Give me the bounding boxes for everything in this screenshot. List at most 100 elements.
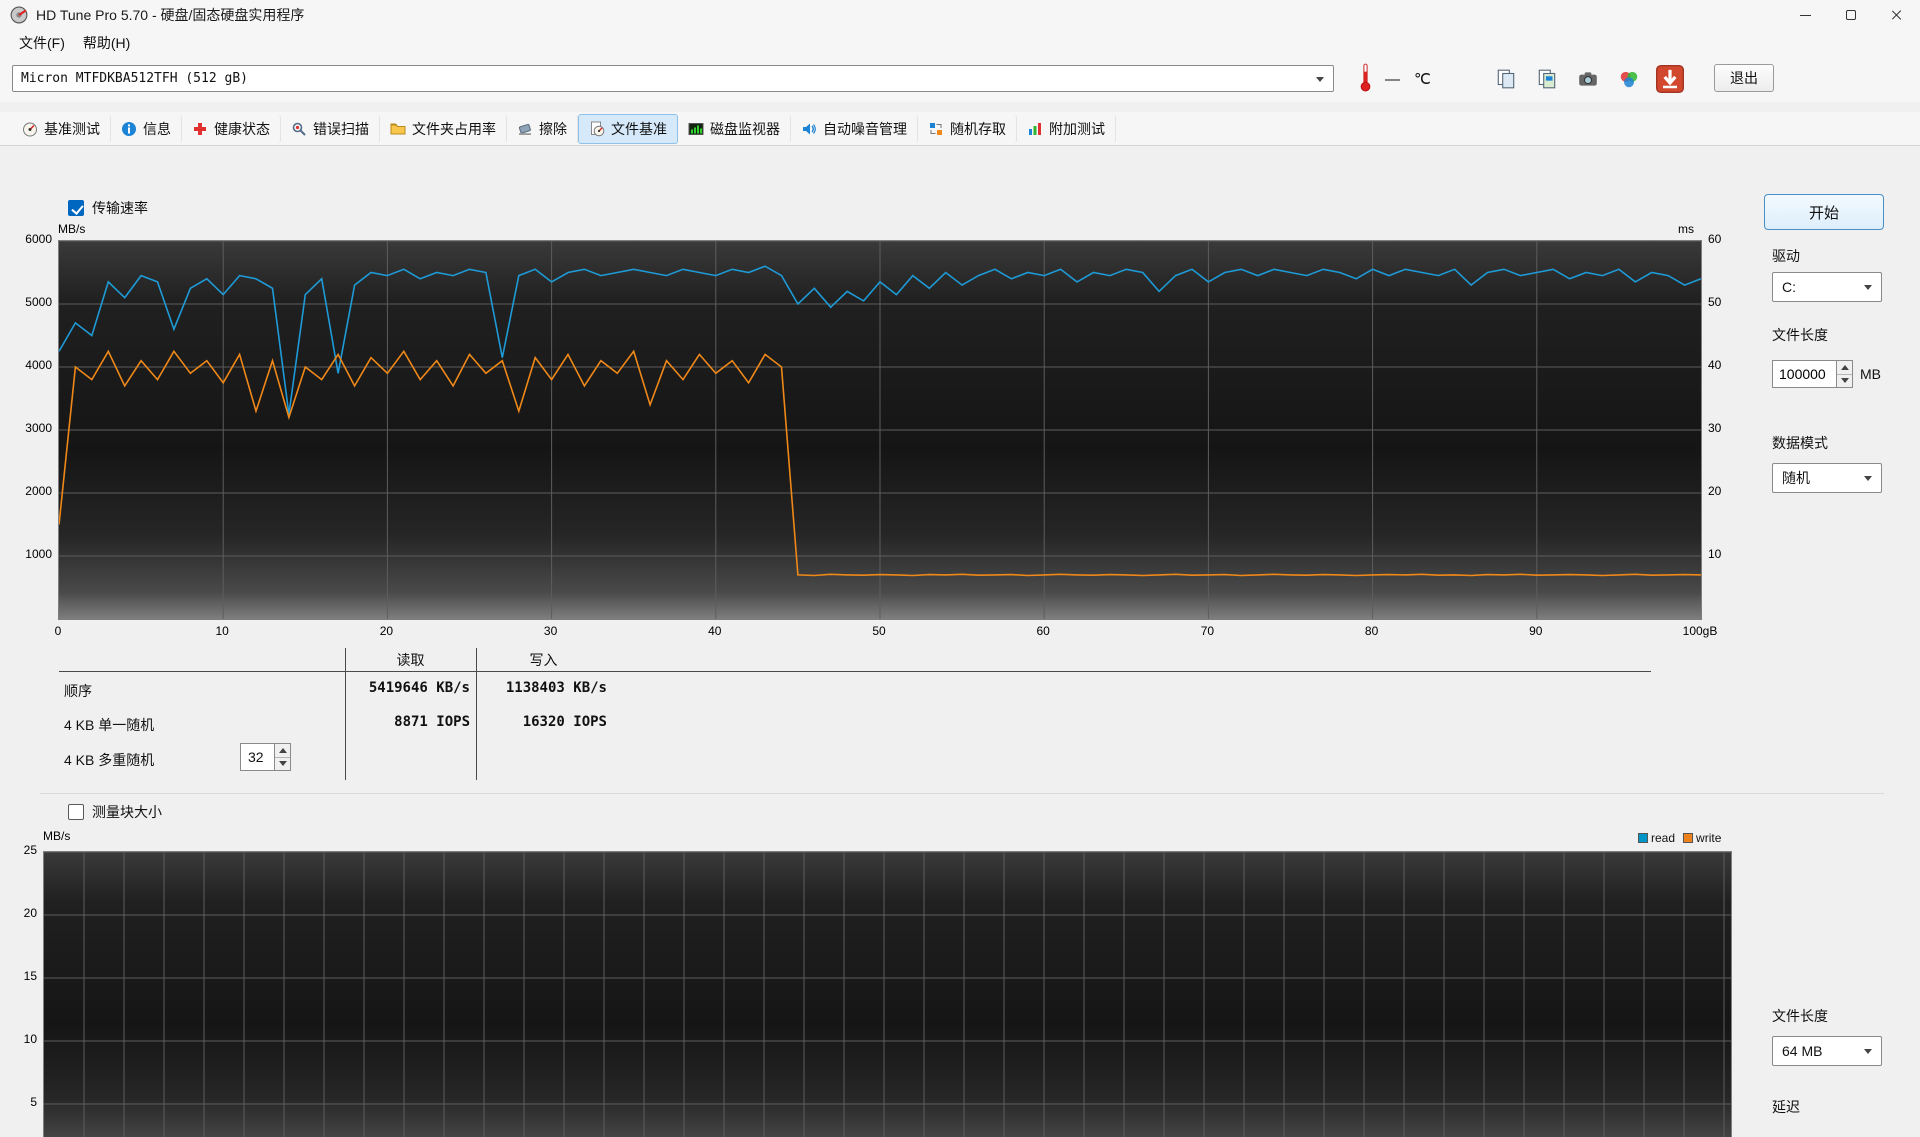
window-title: HD Tune Pro 5.70 - 硬盘/固态硬盘实用程序 bbox=[36, 7, 305, 23]
tab-extra-tests[interactable]: 附加测试 bbox=[1017, 114, 1116, 143]
y-tick-label: 5 bbox=[30, 1095, 37, 1109]
legend-label: read bbox=[1651, 831, 1676, 845]
tab-info[interactable]: 信息 bbox=[111, 114, 182, 143]
tab-random-access[interactable]: 随机存取 bbox=[918, 114, 1017, 143]
random-access-icon bbox=[928, 121, 944, 137]
tab-folder[interactable]: 文件夹占用率 bbox=[380, 114, 507, 143]
drive-dropdown-value: C: bbox=[1782, 279, 1796, 295]
drive-dropdown[interactable]: C: bbox=[1772, 272, 1882, 302]
drive-select-value: Micron MTFDKBA512TFH (512 gB) bbox=[21, 71, 248, 86]
hd-tune-window: HD Tune Pro 5.70 - 硬盘/固态硬盘实用程序 文件(F) 帮助(… bbox=[0, 0, 1920, 1137]
camera-button[interactable] bbox=[1572, 64, 1604, 94]
4k-single-write-value: 16320 IOPS bbox=[522, 714, 607, 730]
x-tick-label: 20 bbox=[379, 624, 394, 638]
tab-label: 错误扫描 bbox=[313, 120, 369, 137]
block-file-length-dropdown[interactable]: 64 MB bbox=[1772, 1036, 1882, 1066]
minimize-icon bbox=[1799, 14, 1811, 16]
transfer-rate-checkbox[interactable] bbox=[68, 200, 84, 216]
copy-report-icon bbox=[1495, 68, 1517, 90]
drive-select-combo[interactable]: Micron MTFDKBA512TFH (512 gB) bbox=[12, 65, 1334, 92]
copy-report-button[interactable] bbox=[1490, 64, 1522, 94]
copy-screenshot-icon bbox=[1536, 68, 1558, 90]
camera-icon bbox=[1577, 68, 1599, 90]
folder-icon bbox=[390, 121, 406, 137]
y-axis-unit-label: MB/s bbox=[58, 222, 86, 236]
4k-single-read-value: 8871 IOPS bbox=[394, 714, 470, 730]
file-length-input[interactable] bbox=[1772, 360, 1836, 388]
copy-screenshot-button[interactable] bbox=[1531, 64, 1563, 94]
sequential-read-value: 5419646 KB/s bbox=[368, 680, 470, 696]
color-capture-icon bbox=[1618, 68, 1640, 90]
y-tick-label: 3000 bbox=[25, 421, 52, 435]
info-icon bbox=[121, 121, 137, 137]
menu-help[interactable]: 帮助(H) bbox=[74, 30, 139, 56]
block-size-chart bbox=[43, 851, 1732, 1137]
x-tick-label: 50 bbox=[872, 624, 886, 638]
color-capture-button[interactable] bbox=[1613, 64, 1645, 94]
scan-icon bbox=[291, 121, 307, 137]
queue-depth-increment-button[interactable] bbox=[275, 744, 290, 757]
y2-tick-label: 60 bbox=[1708, 232, 1722, 246]
block-size-checkbox-row: 测量块大小 bbox=[68, 802, 162, 822]
start-button[interactable]: 开始 bbox=[1764, 194, 1884, 230]
data-mode-dropdown[interactable]: 随机 bbox=[1772, 463, 1882, 493]
transfer-rate-chart-canvas bbox=[59, 241, 1701, 619]
tab-speaker[interactable]: 自动噪音管理 bbox=[791, 114, 918, 143]
app-logo-icon bbox=[10, 6, 28, 24]
file-length-decrement-button[interactable] bbox=[1837, 373, 1852, 388]
close-button[interactable] bbox=[1874, 0, 1920, 30]
title-bar: HD Tune Pro 5.70 - 硬盘/固态硬盘实用程序 bbox=[0, 0, 1920, 30]
arrow-down-icon bbox=[278, 761, 287, 767]
tab-scan[interactable]: 错误扫描 bbox=[281, 114, 380, 143]
block-size-label: 测量块大小 bbox=[92, 804, 162, 820]
row-4k-multi-label: 4 KB 多重随机 bbox=[64, 752, 155, 768]
tab-label: 基准测试 bbox=[44, 120, 100, 137]
tab-gauge[interactable]: 基准测试 bbox=[12, 114, 111, 143]
disk-monitor-icon bbox=[688, 121, 704, 137]
tab-disk-monitor[interactable]: 磁盘监视器 bbox=[678, 114, 791, 143]
tab-label: 文件基准 bbox=[611, 120, 667, 137]
file-length-increment-button[interactable] bbox=[1837, 361, 1852, 374]
y2-tick-label: 20 bbox=[1708, 484, 1722, 498]
queue-depth-decrement-button[interactable] bbox=[275, 756, 290, 771]
write-column-header: 写入 bbox=[529, 652, 558, 668]
minimize-button[interactable] bbox=[1782, 0, 1828, 30]
table-divider-line bbox=[59, 671, 1651, 672]
transfer-rate-chart bbox=[58, 240, 1702, 620]
temperature-unit: ℃ bbox=[1414, 71, 1431, 88]
tab-label: 附加测试 bbox=[1049, 120, 1105, 137]
tab-health[interactable]: 健康状态 bbox=[182, 114, 281, 143]
y2-axis-unit-label: ms bbox=[1678, 222, 1694, 236]
maximize-button[interactable] bbox=[1828, 0, 1874, 30]
y-tick-label: 15 bbox=[23, 969, 37, 983]
block-size-checkbox[interactable] bbox=[68, 804, 84, 820]
temperature-display: — ℃ bbox=[1360, 62, 1431, 96]
toolbar-icon-buttons bbox=[1490, 64, 1686, 94]
tab-erase[interactable]: 擦除 bbox=[507, 114, 578, 143]
menu-bar: 文件(F) 帮助(H) bbox=[0, 30, 1920, 56]
file-benchmark-icon bbox=[589, 121, 605, 137]
legend-item-write: write bbox=[1683, 831, 1721, 845]
table-column-line bbox=[476, 648, 477, 780]
legend-label: write bbox=[1696, 831, 1722, 845]
queue-depth-value[interactable]: 32 bbox=[240, 743, 274, 771]
y-tick-label: 25 bbox=[23, 843, 37, 857]
row-sequential-label: 顺序 bbox=[64, 683, 92, 699]
x-tick-label: 60 bbox=[1036, 624, 1050, 638]
sequential-write-value: 1138403 KB/s bbox=[505, 680, 607, 696]
tab-label: 擦除 bbox=[539, 120, 567, 137]
legend-swatch-icon bbox=[1638, 833, 1648, 843]
y2-tick-label: 10 bbox=[1708, 547, 1722, 561]
block-file-length-value: 64 MB bbox=[1782, 1043, 1823, 1059]
chevron-down-icon bbox=[1864, 285, 1872, 290]
download-button[interactable] bbox=[1654, 64, 1686, 94]
menu-file[interactable]: 文件(F) bbox=[10, 30, 74, 56]
y-tick-label: 5000 bbox=[25, 295, 52, 309]
exit-button[interactable]: 退出 bbox=[1714, 64, 1774, 92]
tab-file-benchmark[interactable]: 文件基准 bbox=[578, 113, 678, 144]
erase-icon bbox=[517, 121, 533, 137]
tab-label: 文件夹占用率 bbox=[412, 120, 496, 137]
health-icon bbox=[192, 121, 208, 137]
extra-tests-icon bbox=[1027, 121, 1043, 137]
section-divider bbox=[40, 793, 1884, 794]
